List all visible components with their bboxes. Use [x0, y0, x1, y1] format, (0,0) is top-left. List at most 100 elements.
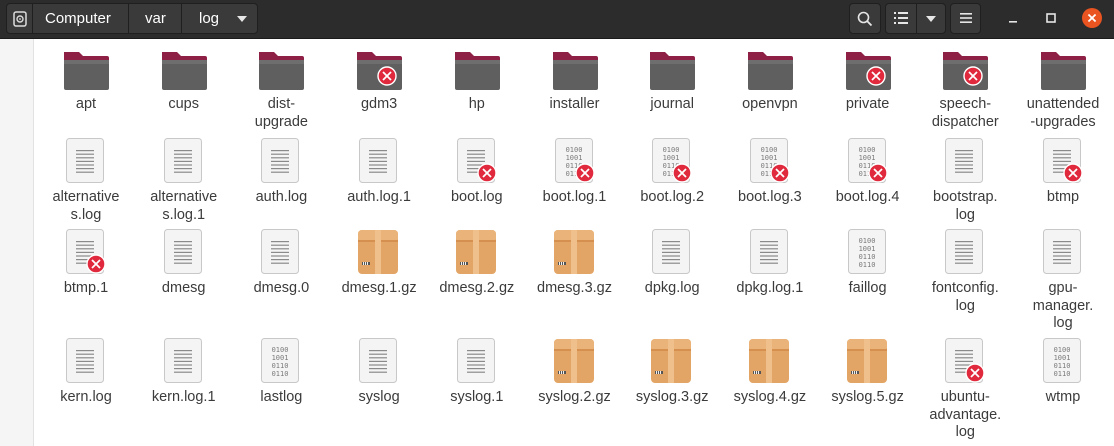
- svg-text:1001: 1001: [663, 154, 680, 162]
- chevron-down-icon: [926, 16, 936, 22]
- archive-icon: [527, 337, 623, 387]
- archive-icon: [429, 228, 525, 278]
- file-name-label: dmesg.3.gz: [537, 280, 612, 296]
- text-file-icon-with-error-badge: [429, 137, 525, 187]
- archive-icon: [722, 337, 818, 387]
- text-file-icon: [136, 137, 232, 187]
- binary-file-icon: 0100 1001 0110 0110: [1015, 337, 1111, 387]
- text-file-icon: [917, 228, 1013, 278]
- file-name-label: dmesg.0: [253, 280, 310, 296]
- sidebar-edge: [0, 39, 34, 446]
- file-name-label: syslog.4.gz: [733, 389, 807, 405]
- file-name-label: dpkg.log.1: [736, 280, 804, 296]
- folder-icon: [722, 44, 818, 94]
- binary-file-icon-with-error-badge: 0100 1001 0110 0110: [624, 137, 720, 187]
- folder-icon: [38, 44, 134, 94]
- file-name-label: syslog.3.gz: [635, 389, 709, 405]
- archive-icon: [527, 228, 623, 278]
- svg-text:0100: 0100: [272, 346, 289, 354]
- file-name-label: gpu- manager. log: [1032, 280, 1094, 331]
- file-name-label: syslog.2.gz: [538, 389, 611, 405]
- text-file-icon: [429, 337, 525, 387]
- file-name-label: ubuntu- advantage. log: [929, 389, 1002, 440]
- svg-text:0110: 0110: [1054, 362, 1071, 370]
- file-name-label: btmp.1: [63, 280, 109, 296]
- file-name-label: openvpn: [742, 96, 798, 112]
- svg-text:1001: 1001: [565, 154, 582, 162]
- search-button[interactable]: [849, 3, 881, 34]
- maximize-icon[interactable]: [1042, 9, 1060, 27]
- binary-file-icon-with-error-badge: 0100 1001 0110 0110: [722, 137, 818, 187]
- text-file-icon-with-error-badge: [917, 337, 1013, 387]
- text-file-icon: [624, 228, 720, 278]
- text-file-icon: [331, 337, 427, 387]
- file-name-label: btmp: [1046, 189, 1080, 205]
- file-name-label: dpkg.log: [644, 280, 700, 296]
- folder-icon: [624, 44, 720, 94]
- file-name-label: faillog: [848, 280, 887, 296]
- file-name-label: fontconfig. log: [931, 280, 999, 314]
- folder-icon: [527, 44, 623, 94]
- breadcrumb-drive-button[interactable]: [6, 3, 33, 34]
- main-menu-button[interactable]: [950, 3, 981, 34]
- list-view-icon: [894, 12, 908, 24]
- svg-text:0100: 0100: [858, 146, 875, 154]
- search-icon: [857, 11, 873, 27]
- file-name-label: dist- upgrade: [254, 96, 308, 130]
- breadcrumb-computer[interactable]: Computer: [32, 3, 129, 34]
- header-bar: Computer var log: [0, 0, 1114, 39]
- svg-text:1001: 1001: [760, 154, 777, 162]
- file-name-label: unattended -upgrades: [1026, 96, 1100, 130]
- file-name-label: syslog.1: [450, 389, 504, 405]
- chevron-down-icon[interactable]: [237, 16, 247, 22]
- svg-text:0100: 0100: [1054, 346, 1071, 354]
- file-name-label: installer: [549, 96, 600, 112]
- folder-icon: [136, 44, 232, 94]
- binary-file-icon-with-error-badge: 0100 1001 0110 0110: [527, 137, 623, 187]
- svg-text:1001: 1001: [858, 245, 875, 253]
- file-name-label: speech- dispatcher: [931, 96, 999, 130]
- file-name-label: kern.log.1: [151, 389, 216, 405]
- text-file-icon: [722, 228, 818, 278]
- drive-icon: [13, 11, 27, 27]
- file-name-label: boot.log.4: [835, 189, 900, 205]
- file-name-label: bootstrap. log: [933, 189, 998, 223]
- svg-text:0110: 0110: [272, 362, 289, 370]
- file-name-label: private: [845, 96, 890, 112]
- file-name-label: kern.log: [60, 389, 112, 405]
- text-file-icon: [136, 228, 232, 278]
- close-icon[interactable]: [1082, 8, 1102, 28]
- list-view-button[interactable]: [886, 4, 917, 33]
- binary-file-icon: 0100 1001 0110 0110: [820, 228, 916, 278]
- folder-icon: [429, 44, 525, 94]
- folder-icon-with-error-badge: [820, 44, 916, 94]
- folder-icon: [1015, 44, 1111, 94]
- svg-text:0100: 0100: [663, 146, 680, 154]
- file-name-label: apt: [75, 96, 97, 112]
- archive-icon: [624, 337, 720, 387]
- minimize-icon[interactable]: [1004, 9, 1022, 27]
- breadcrumb-label: log: [199, 10, 220, 27]
- svg-text:0110: 0110: [1054, 370, 1071, 378]
- svg-text:0110: 0110: [272, 370, 289, 378]
- svg-text:0100: 0100: [760, 146, 777, 154]
- breadcrumb-var[interactable]: var: [128, 3, 182, 34]
- file-name-label: alternative s.log.1: [150, 189, 218, 223]
- file-name-label: boot.log.1: [542, 189, 607, 205]
- breadcrumb-label: var: [145, 10, 166, 27]
- view-options-button[interactable]: [917, 4, 945, 33]
- text-file-icon: [38, 337, 134, 387]
- file-name-label: boot.log.3: [738, 189, 802, 205]
- file-name-label: dmesg: [161, 280, 206, 296]
- binary-file-icon-with-error-badge: 0100 1001 0110 0110: [820, 137, 916, 187]
- svg-text:1001: 1001: [272, 354, 289, 362]
- archive-icon: [820, 337, 916, 387]
- file-name-label: alternative s.log: [52, 189, 120, 223]
- text-file-icon: [136, 337, 232, 387]
- file-name-label: dmesg.2.gz: [439, 280, 515, 296]
- file-name-label: cups: [168, 96, 199, 112]
- text-file-icon: [331, 137, 427, 187]
- text-file-icon: [1015, 228, 1111, 278]
- file-name-label: hp: [468, 96, 485, 112]
- breadcrumb-log[interactable]: log: [181, 3, 258, 34]
